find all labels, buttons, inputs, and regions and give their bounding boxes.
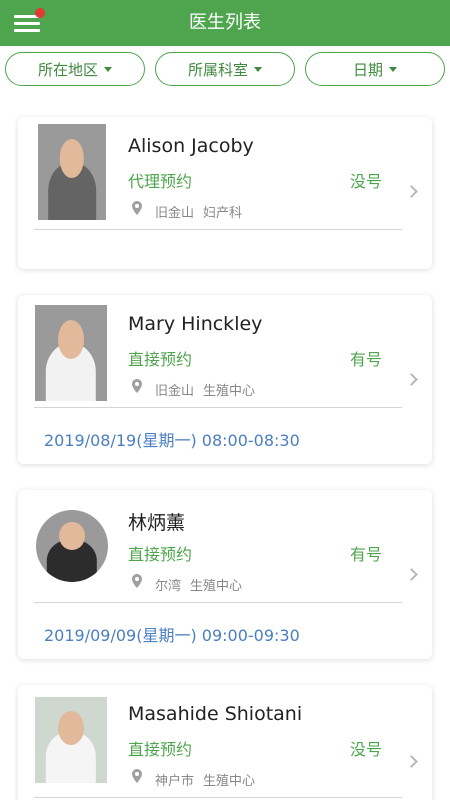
- appointment-type: 直接预约: [128, 350, 193, 369]
- location-pin-icon: [132, 574, 142, 588]
- department-filter-button[interactable]: 所属科室: [155, 52, 295, 86]
- location-pin-icon: [132, 379, 142, 393]
- doctor-location: 旧金山 妇产科: [155, 202, 251, 221]
- department: 妇产科: [203, 206, 243, 221]
- chevron-right-icon: [405, 373, 418, 386]
- available-slot[interactable]: 2019/08/19(星期一) 08:00-08:30: [44, 427, 300, 451]
- appointment-type: 代理预约: [128, 172, 193, 191]
- divider: [34, 407, 402, 408]
- department-filter-label: 所属科室: [187, 60, 248, 79]
- region-filter-label: 所在地区: [37, 60, 98, 79]
- doctor-name: Masahide Shiotani: [128, 703, 303, 725]
- filter-bar: 所在地区 所属科室 日期: [0, 46, 450, 92]
- city: 神户市: [155, 774, 195, 789]
- city: 尔湾: [155, 579, 182, 594]
- caret-down-icon: [104, 66, 112, 72]
- doctor-name: 林炳薰: [128, 512, 186, 534]
- availability-status: 有号: [349, 350, 382, 369]
- doctor-card[interactable]: Alison Jacoby 代理预约 没号 旧金山 妇产科: [18, 117, 432, 269]
- city: 旧金山: [155, 384, 195, 399]
- department: 生殖中心: [203, 384, 256, 399]
- location-pin-icon: [132, 769, 142, 783]
- date-filter-label: 日期: [352, 60, 383, 79]
- appointment-type: 直接预约: [128, 545, 193, 564]
- department: 生殖中心: [190, 579, 243, 594]
- page-title: 医生列表: [189, 12, 261, 33]
- doctor-photo: [35, 697, 107, 783]
- doctor-photo: [35, 305, 107, 401]
- doctor-card[interactable]: 林炳薰 直接预约 有号 尔湾 生殖中心 2019/09/09(星期一) 09:00…: [18, 490, 432, 659]
- doctor-name: Alison Jacoby: [128, 135, 254, 157]
- availability-status: 没号: [349, 740, 382, 759]
- region-filter-button[interactable]: 所在地区: [5, 52, 145, 86]
- caret-down-icon: [389, 66, 397, 72]
- chevron-right-icon: [405, 185, 418, 198]
- caret-down-icon: [254, 66, 262, 72]
- city: 旧金山: [155, 206, 195, 221]
- doctor-location: 尔湾 生殖中心: [155, 575, 251, 594]
- doctor-card[interactable]: Mary Hinckley 直接预约 有号 旧金山 生殖中心 2019/08/19…: [18, 295, 432, 464]
- chevron-right-icon: [405, 568, 418, 581]
- availability-status: 没号: [349, 172, 382, 191]
- doctor-card[interactable]: Masahide Shiotani 直接预约 没号 神户市 生殖中心: [18, 685, 432, 800]
- doctor-photo: [36, 510, 108, 582]
- appointment-type: 直接预约: [128, 740, 193, 759]
- divider: [34, 229, 402, 230]
- chevron-right-icon: [405, 755, 418, 768]
- divider: [34, 602, 402, 603]
- doctor-photo: [38, 124, 106, 220]
- department: 生殖中心: [203, 774, 256, 789]
- availability-status: 有号: [349, 545, 382, 564]
- date-filter-button[interactable]: 日期: [305, 52, 445, 86]
- doctor-location: 神户市 生殖中心: [155, 770, 264, 789]
- doctor-location: 旧金山 生殖中心: [155, 380, 264, 399]
- available-slot[interactable]: 2019/09/09(星期一) 09:00-09:30: [44, 622, 300, 646]
- top-bar: 医生列表: [0, 0, 450, 46]
- location-pin-icon: [132, 201, 142, 215]
- divider: [34, 797, 402, 798]
- doctor-name: Mary Hinckley: [128, 313, 263, 335]
